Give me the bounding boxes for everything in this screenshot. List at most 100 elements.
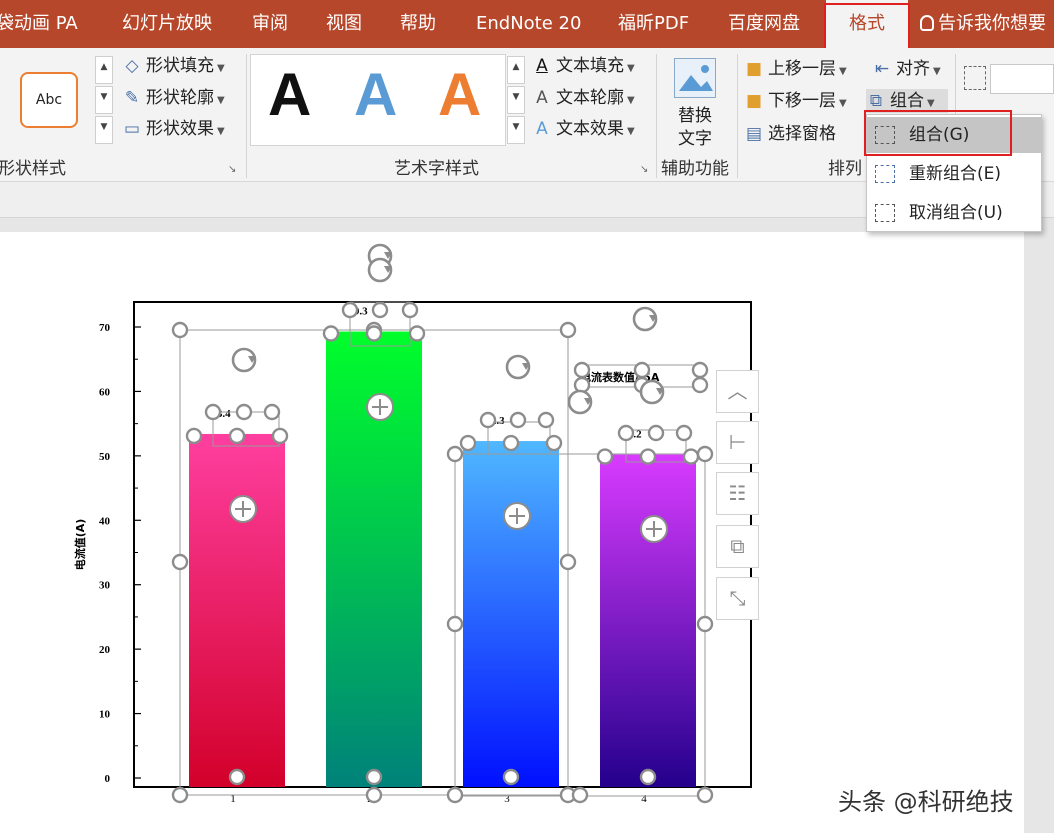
shape-outline-button[interactable]: ✎ 形状轮廓 ▼ — [122, 86, 225, 110]
wordart-style-1[interactable]: A — [268, 60, 311, 129]
wordart-up-arrow[interactable]: ▲ — [507, 56, 525, 84]
group-dropdown-menu: 组合(G) 重新组合(E) 取消组合(U) — [866, 114, 1042, 232]
selection-pane-icon: ▤ — [745, 124, 763, 144]
y-tick-label: 50 — [99, 451, 111, 463]
ribbon-separator — [656, 54, 657, 178]
resize-handle — [696, 615, 714, 633]
paint-bucket-icon: ◇ — [125, 56, 139, 76]
wordart-group-label: 艺术字样式 — [394, 159, 479, 179]
resize-handle — [545, 434, 563, 452]
tab-format[interactable]: 格式 — [826, 0, 908, 52]
resize-handle — [682, 448, 700, 465]
text-effects-button[interactable]: A 文本效果 ▼ — [532, 117, 635, 141]
send-backward-button[interactable]: ■ 下移一层 ▼ — [744, 89, 847, 113]
text-fill-button[interactable]: A 文本填充 ▼ — [532, 54, 635, 78]
tab-pocket-animation[interactable]: 袋动画 PA — [0, 0, 96, 48]
resize-handle — [408, 325, 426, 342]
menu-item-group[interactable]: 组合(G) — [867, 117, 1041, 153]
gallery-more-button[interactable]: ▼ — [95, 116, 113, 144]
resize-handle — [559, 553, 577, 571]
align-left-icon[interactable]: ⊢ — [716, 421, 759, 464]
move-icon — [366, 393, 394, 421]
resize-handle — [559, 321, 577, 339]
menu-item-ungroup[interactable]: 取消组合(U) — [867, 195, 1041, 231]
y-tick-label: 70 — [99, 322, 111, 334]
alt-text-label-1[interactable]: 替换 — [678, 104, 712, 128]
resize-handle — [204, 403, 222, 421]
resize-handle — [537, 411, 555, 429]
move-icon — [229, 495, 257, 523]
shape-styles-group-label: 形状样式 — [0, 159, 66, 179]
tell-me-search[interactable]: 告诉我你想要 — [920, 0, 1054, 48]
tab-review[interactable]: 审阅 — [252, 0, 296, 48]
wordart-more-button[interactable]: ▼ — [507, 116, 525, 144]
resize-handle — [691, 376, 709, 394]
text-outline-icon: A — [536, 88, 548, 108]
align-icon: ⇤ — [874, 59, 890, 79]
resize-handle — [446, 615, 464, 633]
rotate-handle-icon — [567, 389, 593, 415]
resize-handle — [633, 361, 651, 379]
tab-endnote[interactable]: EndNote 20 — [476, 0, 586, 48]
resize-handle — [696, 786, 714, 804]
resize-handle — [322, 325, 340, 342]
tab-view[interactable]: 视图 — [326, 0, 370, 48]
wordart-style-3[interactable]: A — [438, 60, 481, 129]
bring-forward-button[interactable]: ■ 上移一层 ▼ — [744, 57, 847, 81]
y-tick-label: 0 — [105, 773, 111, 785]
alt-text-label-2[interactable]: 文字 — [678, 127, 712, 151]
shape-fill-button[interactable]: ◇ 形状填充 ▼ — [122, 54, 224, 78]
chevron-up-icon[interactable]: ︿ — [716, 370, 759, 413]
gallery-down-arrow[interactable]: ▼ — [95, 86, 113, 114]
rotate-handle-icon — [367, 257, 393, 283]
resize-handle — [185, 427, 203, 445]
align-button[interactable]: ⇤ 对齐 ▼ — [872, 57, 941, 81]
tab-help[interactable]: 帮助 — [400, 0, 444, 48]
dialog-launcher-icon[interactable]: ↘ — [228, 164, 236, 175]
resize-handle — [371, 301, 389, 319]
resize-handle — [639, 768, 657, 786]
picture-icon — [679, 65, 713, 91]
resize-handle — [502, 768, 520, 786]
y-tick-label: 30 — [99, 580, 111, 592]
wordart-style-2[interactable]: A — [354, 60, 397, 129]
group-button[interactable]: ⧉ 组合 ▼ — [866, 89, 948, 113]
resize-handle — [365, 325, 383, 342]
text-fill-icon: A — [536, 56, 548, 76]
group-icon — [875, 126, 895, 144]
menu-item-regroup[interactable]: 重新组合(E) — [867, 156, 1041, 192]
resize-handle — [401, 301, 419, 319]
text-outline-button[interactable]: A 文本轮廓 ▼ — [532, 86, 635, 110]
lightbulb-icon — [920, 15, 934, 31]
ungroup-icon — [875, 204, 895, 222]
selection-pane-button[interactable]: ▤ 选择窗格 — [744, 122, 836, 146]
gallery-up-arrow[interactable]: ▲ — [95, 56, 113, 84]
tab-foxit-pdf[interactable]: 福昕PDF — [618, 0, 698, 48]
watermark: 头条 @科研绝技 — [838, 788, 1014, 816]
bring-front-icon[interactable]: ⧉ — [716, 525, 759, 568]
rotate-handle-icon — [231, 347, 257, 373]
distribute-icon[interactable]: ☷ — [716, 472, 759, 515]
regroup-icon — [875, 165, 895, 183]
shape-style-preview[interactable]: Abc — [20, 72, 78, 128]
alt-text-icon[interactable] — [674, 58, 716, 98]
y-tick-label: 20 — [99, 644, 111, 656]
resize-handle — [271, 427, 289, 445]
resize-icon[interactable]: ⤡ — [716, 577, 759, 620]
ribbon-tab-bar: 袋动画 PA 幻灯片放映 审阅 视图 帮助 EndNote 20 福昕PDF 百… — [0, 0, 1054, 52]
tab-baidu-netdisk[interactable]: 百度网盘 — [728, 0, 808, 48]
dialog-launcher-icon[interactable]: ↘ — [640, 164, 648, 175]
bar — [463, 441, 559, 787]
resize-handle — [228, 427, 246, 445]
shape-height-input[interactable] — [990, 64, 1054, 94]
bar-chart[interactable]: 010203040506070电流值(A)53.4169.3252.3350.2… — [0, 232, 1024, 833]
send-backward-icon: ■ — [745, 91, 763, 111]
shape-effects-button[interactable]: ▭ 形状效果 ▼ — [122, 117, 225, 141]
resize-handle — [341, 301, 359, 319]
pencil-icon: ✎ — [124, 88, 140, 108]
bar — [600, 454, 696, 787]
tab-slideshow[interactable]: 幻灯片放映 — [122, 0, 222, 48]
wordart-down-arrow[interactable]: ▼ — [507, 86, 525, 114]
resize-handle — [171, 553, 189, 571]
y-axis-label: 电流值(A) — [73, 519, 87, 571]
